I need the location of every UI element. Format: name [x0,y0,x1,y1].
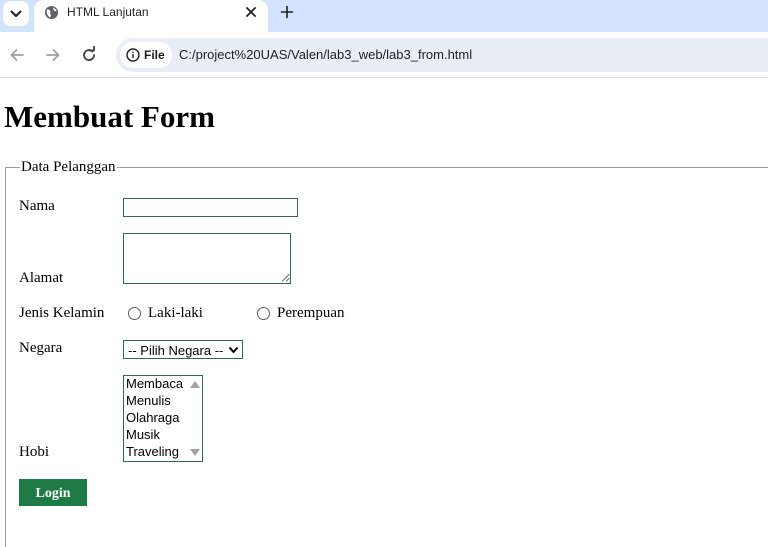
globe-icon [44,5,59,20]
list-item[interactable]: Musik [126,427,160,444]
fieldset-data-pelanggan [5,167,768,547]
forward-arrow-icon[interactable] [44,46,62,64]
list-item[interactable]: Membaca [126,376,183,393]
hobi-label: Hobi [19,444,49,460]
list-item[interactable]: Traveling [126,444,179,461]
site-info-chip[interactable]: File [120,42,172,68]
negara-select[interactable]: -- Pilih Negara -- [123,340,243,359]
jenis-kelamin-label: Jenis Kelamin [19,305,105,321]
login-button[interactable]: Login [19,479,87,506]
tab-search-icon [10,10,22,17]
tab-title: HTML Lanjutan [67,5,149,19]
back-arrow-icon[interactable] [8,46,26,64]
info-icon [126,48,140,62]
site-chip-label: File [144,48,165,62]
radio-laki-laki[interactable] [128,307,141,320]
radio-label-laki-laki: Laki-laki [148,305,203,321]
close-icon[interactable] [244,5,258,19]
url-text[interactable]: C:/project%20UAS/Valen/lab3_web/lab3_fro… [179,47,472,62]
fieldset-legend: Data Pelanggan [20,159,117,176]
tab-search-button[interactable] [3,1,29,26]
browser-toolbar: File C:/project%20UAS/Valen/lab3_web/lab… [0,32,768,78]
list-item[interactable]: Menulis [126,393,171,410]
alamat-textarea[interactable] [123,233,291,284]
reload-icon[interactable] [80,46,98,64]
plus-icon[interactable] [280,5,294,19]
radio-perempuan[interactable] [257,307,270,320]
alamat-label: Alamat [19,270,64,286]
nama-label: Nama [19,198,55,214]
address-bar[interactable]: File C:/project%20UAS/Valen/lab3_web/lab… [116,38,768,72]
tab-strip: HTML Lanjutan [0,0,768,32]
chevron-down-icon [228,346,239,353]
nama-input[interactable] [123,198,298,217]
hobi-listbox[interactable]: Membaca Menulis Olahraga Musik Traveling [123,375,203,462]
scroll-up-icon[interactable] [187,377,203,391]
negara-selected-value: -- Pilih Negara -- [128,343,224,358]
list-item[interactable]: Olahraga [126,410,179,427]
resize-grip-icon[interactable] [281,273,290,282]
active-tab[interactable]: HTML Lanjutan [34,0,268,32]
page-title: Membuat Form [4,99,215,134]
scroll-down-icon[interactable] [187,446,203,460]
listbox-scrollbar[interactable] [187,376,203,461]
negara-label: Negara [19,340,63,356]
radio-label-perempuan: Perempuan [277,305,345,321]
